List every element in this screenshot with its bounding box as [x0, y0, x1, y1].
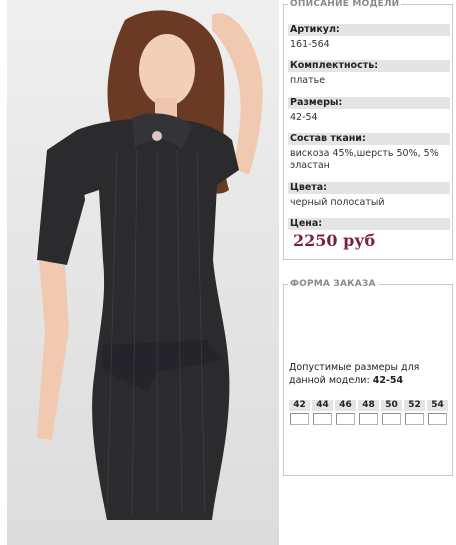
colors-value: черный полосатый	[290, 197, 385, 208]
colors-label: Цвета:	[288, 182, 450, 194]
fabric-label: Состав ткани:	[288, 133, 450, 145]
allowed-sizes-text: Допустимые размеры для данной модели: 42…	[289, 362, 420, 386]
model-description-title: ОПИСАНИЕ МОДЕЛИ	[284, 0, 452, 9]
fabric-value: вискоза 45%,шерсть 50%, 5% эластан	[290, 148, 439, 171]
size-label: 42	[289, 400, 310, 411]
completeness-label: Комплектность:	[288, 60, 450, 72]
order-form-panel: ФОРМА ЗАКАЗА Допустимые размеры для данн…	[283, 279, 453, 476]
completeness-value: платье	[290, 75, 326, 86]
order-form-title: ФОРМА ЗАКАЗА	[284, 279, 452, 289]
size-label: 54	[427, 400, 448, 411]
product-photo	[7, 0, 279, 545]
size-option-42: 42	[289, 400, 310, 425]
size-quantity-input[interactable]	[336, 413, 355, 425]
size-label: 50	[381, 400, 402, 411]
size-quantity-input[interactable]	[428, 413, 447, 425]
size-label: 52	[404, 400, 425, 411]
size-option-44: 44	[312, 400, 333, 425]
size-option-52: 52	[404, 400, 425, 425]
article-value: 161-564	[290, 39, 330, 50]
size-option-54: 54	[427, 400, 448, 425]
size-label: 48	[358, 400, 379, 411]
size-quantity-input[interactable]	[382, 413, 401, 425]
model-description-panel: ОПИСАНИЕ МОДЕЛИ Артикул: 161-564 Комплек…	[283, 0, 453, 260]
size-option-50: 50	[381, 400, 402, 425]
dress-model-illustration	[37, 10, 263, 521]
price-label: Цена:	[288, 218, 450, 230]
size-label: 46	[335, 400, 356, 411]
size-selector: 42 44 46 48 50 52 54	[289, 400, 448, 425]
size-quantity-input[interactable]	[359, 413, 378, 425]
size-quantity-input[interactable]	[290, 413, 309, 425]
size-option-48: 48	[358, 400, 379, 425]
size-label: 44	[312, 400, 333, 411]
price-value: 2250 руб	[293, 231, 376, 250]
sizes-label: Размеры:	[288, 97, 450, 109]
allowed-sizes-range: 42-54	[372, 375, 404, 386]
sizes-value: 42-54	[290, 112, 318, 123]
size-quantity-input[interactable]	[313, 413, 332, 425]
article-label: Артикул:	[288, 24, 450, 36]
size-quantity-input[interactable]	[405, 413, 424, 425]
size-option-46: 46	[335, 400, 356, 425]
